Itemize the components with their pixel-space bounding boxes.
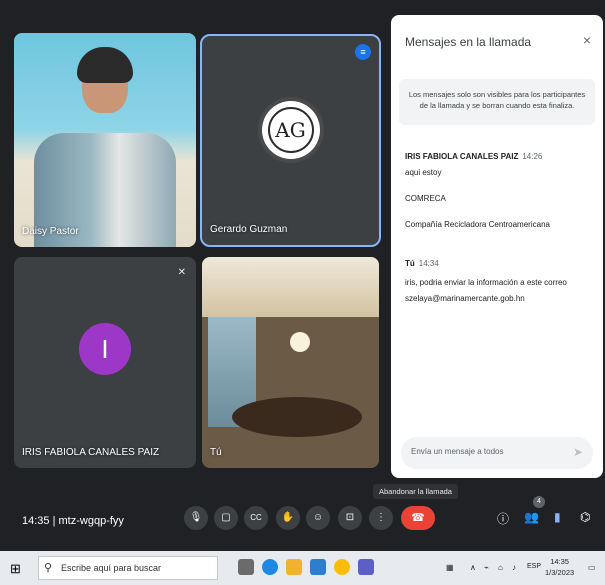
meeting-code: mtz-wgqp-fyy (58, 515, 124, 527)
chat-message-text: COMRECA (405, 194, 446, 203)
chat-icon[interactable]: ▮ (554, 510, 561, 524)
message-time: 14:34 (418, 259, 439, 268)
present-button[interactable]: ⊡ (338, 506, 362, 530)
ag-logo: AG (261, 101, 320, 159)
meeting-info: 14:35 | mtz-wgqp-fyy (22, 515, 124, 527)
meeting-time: 14:35 (22, 515, 50, 527)
volume-icon[interactable]: ♪ (512, 563, 516, 572)
chat-input-placeholder: Envía un mensaje a todos (411, 447, 504, 456)
taskbar-clock[interactable]: 14:35 1/3/2023 (545, 556, 574, 578)
people-count-badge: 4 (533, 496, 545, 508)
message-author: Tú (405, 259, 415, 268)
chat-message-header: IRIS FABIOLA CANALES PAIZ 14:26 (405, 152, 542, 161)
chat-message-header: Tú 14:34 (405, 259, 439, 268)
emoji-button[interactable]: ☺ (306, 506, 330, 530)
taskbar-search[interactable]: ⚲ Escribe aquí para buscar (38, 556, 218, 580)
room-chandelier (290, 332, 310, 352)
meeting-separator: | (52, 515, 56, 527)
windows-start-icon[interactable]: ⊞ (10, 561, 21, 577)
chat-message-text: iris, podria enviar la información a est… (405, 278, 567, 287)
message-time: 14:26 (522, 152, 543, 161)
chevron-up-icon[interactable]: ∧ (470, 563, 476, 572)
edge-icon[interactable] (262, 559, 278, 575)
speaking-icon: ≡ (355, 44, 371, 60)
chat-message-text: szelaya@marinamercante.gob.hn (405, 294, 525, 303)
close-icon[interactable]: × (583, 32, 591, 48)
participant-name: Gerardo Guzman (210, 224, 288, 235)
room-ceiling (202, 257, 379, 317)
info-icon[interactable]: ⓘ (497, 510, 509, 527)
message-author: IRIS FABIOLA CANALES PAIZ (405, 152, 519, 161)
usb-icon[interactable]: ⌁ (484, 563, 489, 572)
mail-icon[interactable] (310, 559, 326, 575)
raise-hand-button[interactable]: ✋ (276, 506, 300, 530)
participant-tile-self[interactable]: Tú (202, 257, 379, 468)
search-placeholder: Escribe aquí para buscar (61, 563, 162, 573)
participant-hair (77, 47, 133, 83)
chat-input[interactable]: Envía un mensaje a todos ➤ (401, 437, 593, 469)
chat-title: Mensajes en la llamada (405, 35, 532, 49)
chat-notice: Los mensajes solo son visibles para los … (399, 79, 595, 125)
tray-app-icon[interactable]: ▦ (446, 563, 454, 572)
participant-name: IRIS FABIOLA CANALES PAIZ (22, 447, 160, 458)
more-options-button[interactable]: ⋮ (369, 506, 393, 530)
taskbar: ⊞ ⚲ Escribe aquí para buscar ▦ ∧ ⌁ ⌂ ♪ E… (0, 551, 605, 585)
people-icon[interactable]: 👥 (524, 510, 539, 524)
chrome-icon[interactable] (334, 559, 350, 575)
captions-button[interactable]: CC (244, 506, 268, 530)
search-icon: ⚲ (44, 562, 53, 574)
clock-date: 1/3/2023 (545, 568, 575, 577)
tooltip: Abandonar la llamada (373, 484, 458, 499)
mic-button[interactable]: 🎙 (184, 506, 208, 530)
participant-tile-iris[interactable]: ✕ I IRIS FABIOLA CANALES PAIZ (14, 257, 196, 468)
participant-tile-gerardo[interactable]: ≡ AG Gerardo Guzman (200, 34, 381, 247)
send-icon[interactable]: ➤ (573, 445, 583, 459)
activities-icon[interactable]: ⌬ (580, 510, 590, 524)
language-indicator[interactable]: ESP (527, 563, 541, 570)
logo-text: AG (267, 107, 314, 153)
room-table (232, 397, 362, 437)
clock-time: 14:35 (550, 557, 569, 566)
avatar: I (79, 323, 131, 375)
chat-panel: Mensajes en la llamada × Los mensajes so… (391, 15, 603, 478)
file-explorer-icon[interactable] (286, 559, 302, 575)
notification-icon[interactable]: ▭ (588, 563, 596, 572)
mic-off-icon: ✕ (177, 267, 186, 278)
teams-icon[interactable] (358, 559, 374, 575)
task-view-icon[interactable] (238, 559, 254, 575)
chat-message-text: aqui estoy (405, 168, 442, 177)
network-icon[interactable]: ⌂ (498, 563, 503, 572)
participant-name: Tú (210, 447, 222, 458)
participant-name: Daisy Pastor (22, 226, 79, 237)
camera-button[interactable]: ▢ (214, 506, 238, 530)
participant-tile-daisy[interactable]: Daisy Pastor (14, 33, 196, 247)
chat-message-text: Compañía Recicladora Centroamericana (405, 220, 550, 229)
end-call-button[interactable]: ☎ (401, 506, 435, 530)
